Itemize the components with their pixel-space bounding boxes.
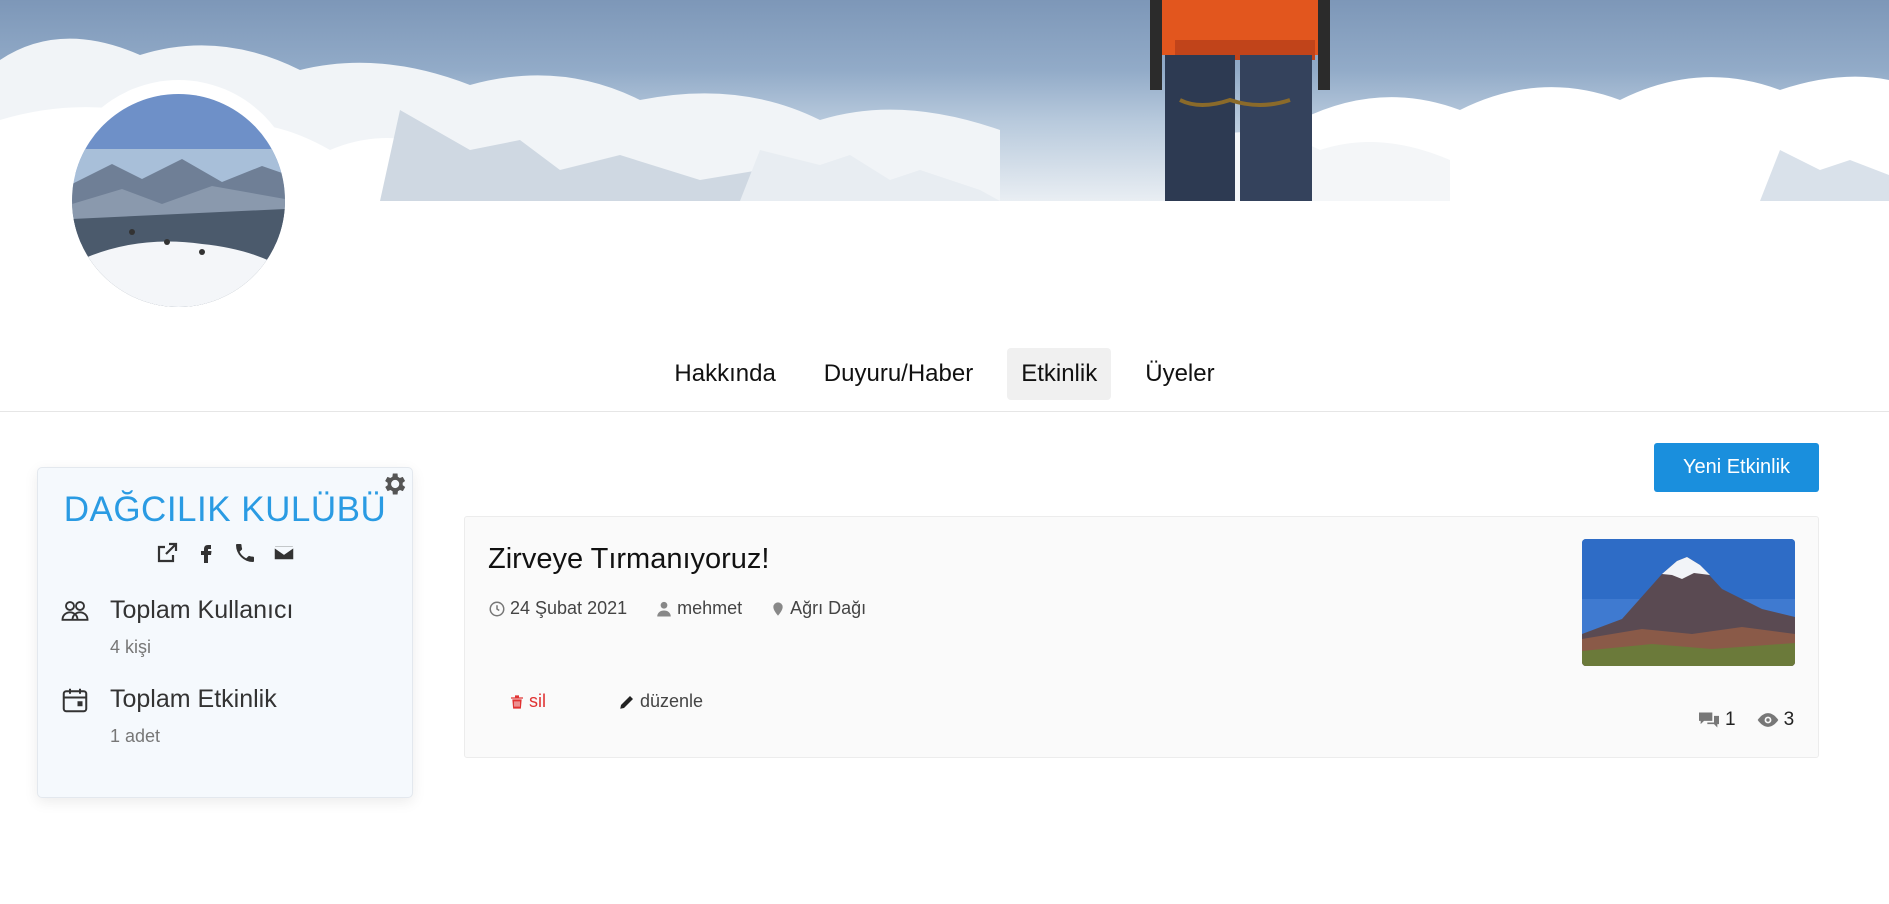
stat-total-events: Toplam Etkinlik 1 adet	[60, 685, 277, 747]
event-meta: 24 Şubat 2021 mehmet Ağrı Dağı	[488, 598, 866, 619]
club-name: DAĞCILIK KULÜBÜ	[63, 490, 387, 529]
pencil-icon	[620, 695, 633, 709]
tab-bar: Hakkında Duyuru/Haber Etkinlik Üyeler	[0, 336, 1889, 412]
trash-icon	[511, 694, 523, 709]
users-icon	[61, 601, 89, 621]
event-actions: sil düzenle	[509, 691, 703, 712]
clock-icon	[489, 601, 505, 616]
map-marker-icon	[773, 601, 783, 616]
tab-members[interactable]: Üyeler	[1131, 348, 1228, 400]
event-image	[1582, 539, 1795, 666]
club-info-card: DAĞCILIK KULÜBÜ Toplam Kullanıcı 4 kişi	[37, 467, 413, 798]
edit-label: düzenle	[640, 691, 704, 711]
comments-icon	[1699, 712, 1719, 728]
event-title[interactable]: Zirveye Tırmanıyoruz!	[488, 543, 769, 576]
stat-value: 1 adet	[110, 726, 161, 746]
view-count: 3	[1783, 709, 1795, 730]
stat-value: 4 kişi	[110, 637, 152, 657]
event-date: 24 Şubat 2021	[510, 598, 628, 618]
avatar-image	[72, 94, 285, 307]
tab-news[interactable]: Duyuru/Haber	[810, 348, 987, 400]
envelope-icon[interactable]	[271, 540, 296, 565]
delete-label: sil	[529, 691, 546, 711]
social-links	[38, 540, 412, 565]
club-avatar	[58, 80, 299, 321]
eye-icon	[1757, 713, 1778, 727]
external-link-icon[interactable]	[154, 540, 179, 565]
event-thumbnail[interactable]	[1582, 539, 1795, 666]
gear-icon[interactable]	[380, 470, 408, 498]
stat-label: Toplam Etkinlik	[110, 685, 277, 713]
tab-events[interactable]: Etkinlik	[1007, 347, 1112, 400]
tab-about[interactable]: Hakkında	[660, 348, 789, 400]
event-card: Zirveye Tırmanıyoruz! 24 Şubat 2021 mehm…	[464, 516, 1819, 758]
edit-button[interactable]: düzenle	[618, 691, 703, 712]
user-icon	[657, 601, 671, 616]
phone-icon[interactable]	[232, 540, 257, 565]
stat-total-users: Toplam Kullanıcı 4 kişi	[60, 596, 293, 658]
calendar-icon	[62, 688, 88, 713]
delete-button[interactable]: sil	[509, 691, 546, 712]
stat-label: Toplam Kullanıcı	[110, 596, 294, 624]
facebook-icon[interactable]	[193, 540, 218, 565]
event-author: mehmet	[677, 598, 743, 618]
comment-count: 1	[1725, 709, 1736, 730]
new-event-button[interactable]: Yeni Etkinlik	[1654, 443, 1819, 492]
event-location: Ağrı Dağı	[790, 598, 867, 618]
event-stats: 1 3	[1697, 709, 1794, 731]
